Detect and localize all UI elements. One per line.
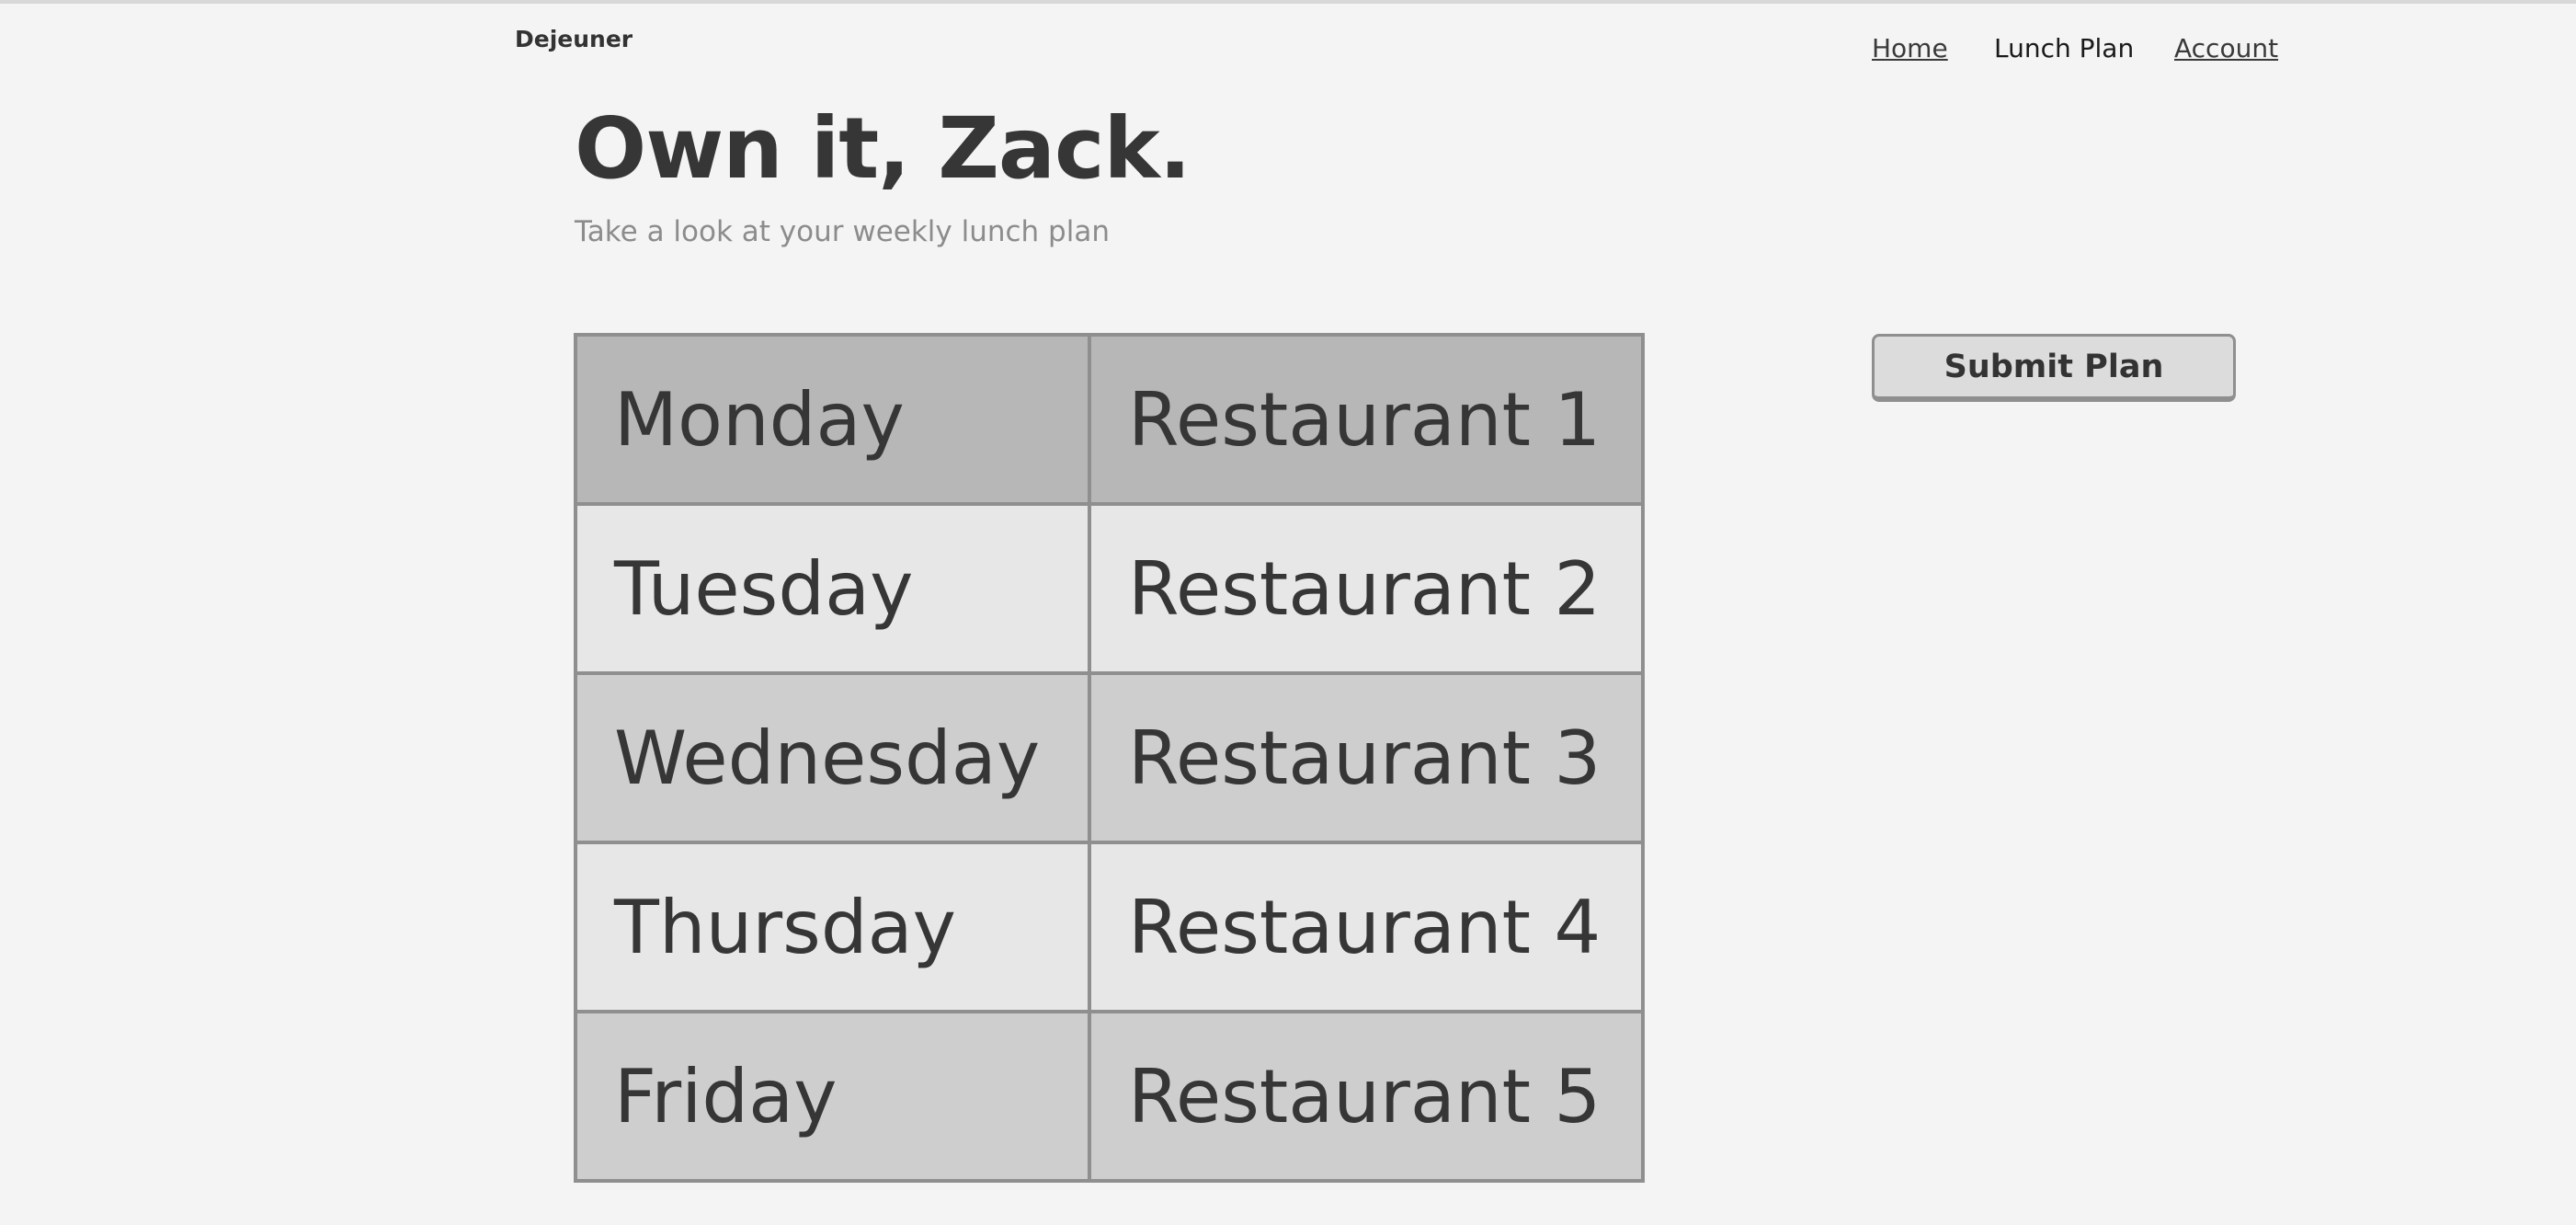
restaurant-cell[interactable]: Restaurant 2 xyxy=(1088,502,1645,675)
nav-link-lunch-plan[interactable]: Lunch Plan xyxy=(1994,33,2134,63)
restaurant-cell[interactable]: Restaurant 5 xyxy=(1088,1010,1645,1183)
day-cell: Friday xyxy=(574,1010,1091,1183)
submit-plan-button[interactable]: Submit Plan xyxy=(1872,334,2236,402)
lunch-plan-table: Monday Restaurant 1 Tuesday Restaurant 2… xyxy=(574,333,1645,1183)
nav-link-home[interactable]: Home xyxy=(1872,33,1948,63)
restaurant-cell[interactable]: Restaurant 4 xyxy=(1088,841,1645,1013)
top-divider xyxy=(0,0,2576,4)
top-nav: Home Lunch Plan Account xyxy=(0,33,2576,70)
table-row: Monday Restaurant 1 xyxy=(574,333,1645,506)
table-row: Friday Restaurant 5 xyxy=(574,1010,1645,1183)
restaurant-cell[interactable]: Restaurant 1 xyxy=(1088,333,1645,506)
table-row: Thursday Restaurant 4 xyxy=(574,841,1645,1013)
table-row: Wednesday Restaurant 3 xyxy=(574,671,1645,844)
nav-link-account[interactable]: Account xyxy=(2174,33,2278,63)
restaurant-cell[interactable]: Restaurant 3 xyxy=(1088,671,1645,844)
page-title: Own it, Zack. xyxy=(575,99,1191,198)
day-cell: Thursday xyxy=(574,841,1091,1013)
table-row: Tuesday Restaurant 2 xyxy=(574,502,1645,675)
day-cell: Wednesday xyxy=(574,671,1091,844)
day-cell: Monday xyxy=(574,333,1091,506)
day-cell: Tuesday xyxy=(574,502,1091,675)
page-subtitle: Take a look at your weekly lunch plan xyxy=(575,215,1110,248)
